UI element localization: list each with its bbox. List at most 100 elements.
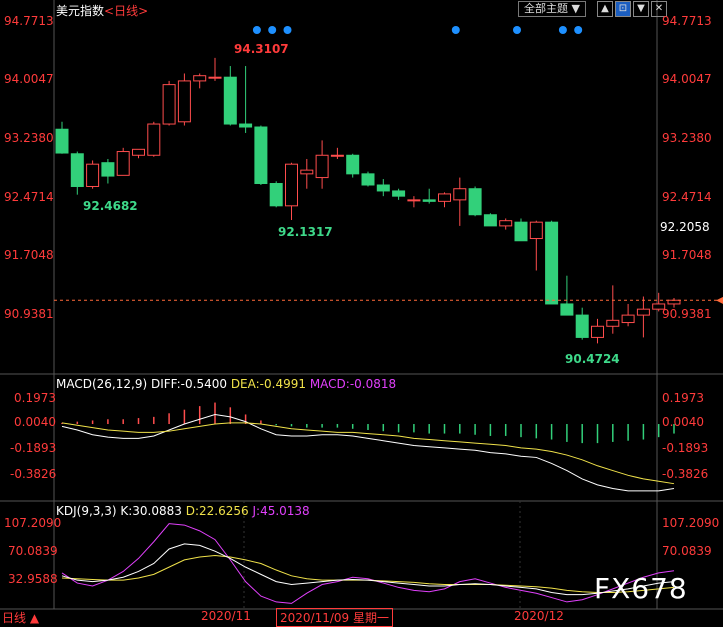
- macd-tick-right: 0.0040: [662, 415, 704, 429]
- candle-body: [667, 299, 681, 305]
- candle-body: [529, 221, 543, 240]
- kdj-label: KDJ(9,3,3): [56, 504, 117, 518]
- price-tick-right: 93.2380: [662, 131, 712, 145]
- period-link[interactable]: <日线>: [104, 4, 148, 18]
- kdj-header: KDJ(9,3,3) K:30.0883 D:22.6256 J:45.0138: [56, 504, 310, 518]
- date-tick: 2020/11: [201, 609, 251, 623]
- kdj-tick-left: 107.2090: [4, 516, 62, 530]
- kdj-d: D:22.6256: [185, 504, 249, 518]
- kdj-tick-right: 107.2090: [662, 516, 720, 530]
- price-tick-right: 94.7713: [662, 14, 712, 28]
- low-annotation: 92.4682: [83, 199, 138, 213]
- macd-header: MACD(26,12,9) DIFF:-0.5400 DEA:-0.4991 M…: [56, 377, 396, 391]
- candle-body: [55, 128, 69, 154]
- candle-body: [239, 123, 253, 128]
- kdj-j: J:45.0138: [252, 504, 310, 518]
- price-tick-right: 92.4714: [662, 190, 712, 204]
- macd-diff: DIFF:-0.5400: [150, 377, 227, 391]
- candle-body: [514, 221, 528, 242]
- watermark-logo: FX678: [594, 572, 688, 605]
- candle-body: [208, 76, 222, 79]
- macd-value: MACD:-0.0818: [309, 377, 397, 391]
- kdj-tick-right: 70.0839: [662, 544, 712, 558]
- kdj-tick-left: 70.0839: [8, 544, 58, 558]
- low-annotation: 92.1317: [278, 225, 333, 239]
- current-price-tag: 92.2058: [660, 220, 710, 234]
- price-tick-left: 94.7713: [4, 14, 54, 28]
- candle-body: [621, 314, 635, 324]
- candle-body: [392, 190, 406, 197]
- candle-body: [545, 221, 559, 305]
- candle-body: [300, 169, 314, 175]
- panel-select-icon[interactable]: ⊡: [615, 1, 631, 17]
- candle-body: [70, 153, 84, 187]
- price-tick-left: 91.7048: [4, 248, 54, 262]
- candle-body: [193, 75, 207, 82]
- date-tick: 2020/12: [514, 609, 564, 623]
- instrument-title: 美元指数: [56, 4, 105, 18]
- period-label: 日线: [2, 611, 27, 625]
- macd-tick-right: -0.1893: [662, 441, 709, 455]
- event-marker: [574, 26, 583, 34]
- move-down-icon[interactable]: ▼: [633, 1, 649, 17]
- candle-body: [132, 148, 145, 156]
- chevron-down-icon: ▼: [571, 2, 580, 15]
- candle-body: [147, 123, 161, 156]
- candle-body: [636, 308, 650, 316]
- price-tick-left: 90.9381: [4, 307, 54, 321]
- kdj-k: K:30.0883: [120, 504, 182, 518]
- macd-tick-left: 0.1973: [14, 391, 56, 405]
- candle-body: [361, 173, 375, 186]
- candle-body: [453, 188, 467, 201]
- event-marker: [451, 26, 460, 34]
- candle-body: [376, 184, 390, 192]
- event-marker: [513, 26, 521, 34]
- move-up-icon[interactable]: ▲: [597, 1, 613, 17]
- candle-body: [346, 154, 360, 175]
- candle-body: [591, 325, 604, 338]
- price-tick-left: 92.4714: [4, 190, 54, 204]
- price-tick-left: 94.0047: [4, 72, 54, 86]
- macd-tick-left: -0.3826: [10, 467, 57, 481]
- chart-canvas[interactable]: ◀: [0, 0, 723, 624]
- price-tick-right: 94.0047: [662, 72, 712, 86]
- macd-label: MACD(26,12,9): [56, 377, 148, 391]
- macd-dea: DEA:-0.4991: [230, 377, 306, 391]
- candle-body: [116, 151, 130, 176]
- candle-body: [285, 163, 298, 207]
- candle-body: [499, 220, 513, 227]
- price-tick-left: 93.2380: [4, 131, 54, 145]
- candle-body: [86, 163, 100, 187]
- price-arrow-icon: ◀: [716, 295, 723, 306]
- kdj-tick-left: 32.9588: [8, 572, 58, 586]
- candle-body: [101, 162, 115, 177]
- candle-body: [177, 80, 191, 123]
- crosshair-date-label: 2020/11/09 星期一: [276, 608, 393, 627]
- event-marker: [268, 26, 277, 34]
- candle-body: [560, 303, 574, 316]
- candle-body: [254, 126, 268, 185]
- kdj-d-line: [61, 555, 675, 593]
- period-selector[interactable]: 日线 ▲: [2, 609, 39, 626]
- chart-header: 美元指数<日线>: [56, 2, 148, 19]
- candle-body: [422, 199, 436, 202]
- candle-body: [223, 76, 237, 125]
- candle-body: [162, 84, 176, 125]
- event-marker: [283, 26, 292, 34]
- candle-body: [606, 319, 620, 327]
- candle-body: [438, 193, 451, 202]
- candle-body: [407, 199, 421, 202]
- low-annotation: 90.4724: [565, 352, 620, 366]
- candle-body: [483, 214, 497, 227]
- candle-body: [468, 188, 482, 216]
- candle-body: [575, 314, 589, 338]
- event-marker: [558, 26, 567, 34]
- high-annotation: 94.3107: [234, 42, 289, 56]
- candle-body: [269, 183, 283, 207]
- theme-dropdown[interactable]: 全部主题 ▼: [518, 1, 586, 17]
- price-tick-right: 90.9381: [662, 307, 712, 321]
- price-tick-right: 91.7048: [662, 248, 712, 262]
- theme-label: 全部主题: [524, 2, 569, 15]
- macd-tick-left: -0.1893: [10, 441, 57, 455]
- candle-body: [315, 154, 329, 179]
